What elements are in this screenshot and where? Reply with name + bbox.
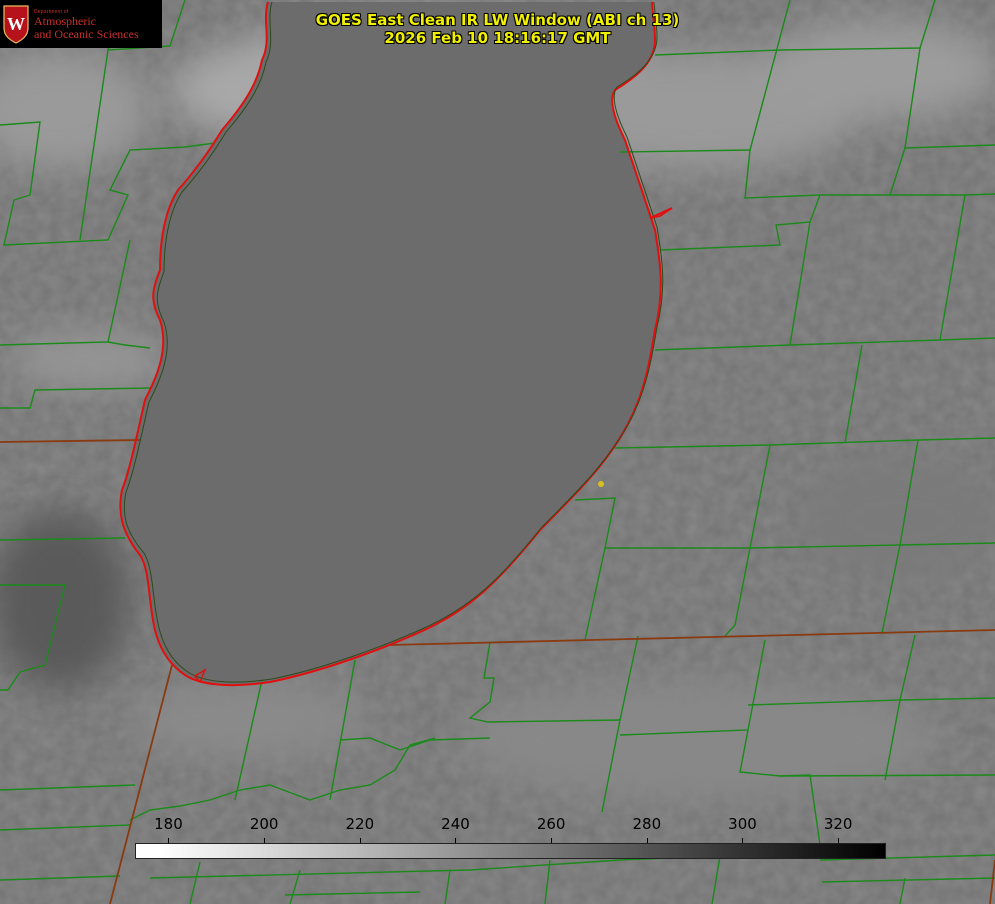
colorbar-tick-label: 300 <box>728 815 757 833</box>
colorbar-tick-label: 180 <box>154 815 183 833</box>
colorbar-tick-mark <box>742 838 744 843</box>
colorbar-tick-mark <box>646 838 648 843</box>
colorbar-tick-mark <box>264 838 266 843</box>
satellite-image-viewer: W Department of Atmospheric and Oceanic … <box>0 0 995 904</box>
colorbar-tick-label: 320 <box>823 815 853 833</box>
ir-satellite-map <box>0 0 995 904</box>
colorbar-tick-label: 260 <box>536 815 566 833</box>
colorbar-tick-label: 220 <box>345 815 375 833</box>
colorbar-tick-label: 200 <box>249 815 279 833</box>
colorbar-tick-label: 240 <box>441 815 470 833</box>
colorbar-tick-mark <box>359 838 361 843</box>
temperature-colorbar <box>135 843 886 859</box>
title-product: GOES East Clean IR LW Window (ABI ch 13) <box>315 11 680 29</box>
colorbar-tick-mark <box>168 838 170 843</box>
colorbar-tick-mark <box>838 838 840 843</box>
colorbar-tick-label: 280 <box>632 815 662 833</box>
image-title: GOES East Clean IR LW Window (ABI ch 13)… <box>0 11 995 47</box>
station-marker <box>598 481 604 487</box>
title-timestamp: 2026 Feb 10 18:16:17 GMT <box>384 29 611 47</box>
colorbar-tick-mark <box>455 838 457 843</box>
colorbar-tick-mark <box>551 838 553 843</box>
